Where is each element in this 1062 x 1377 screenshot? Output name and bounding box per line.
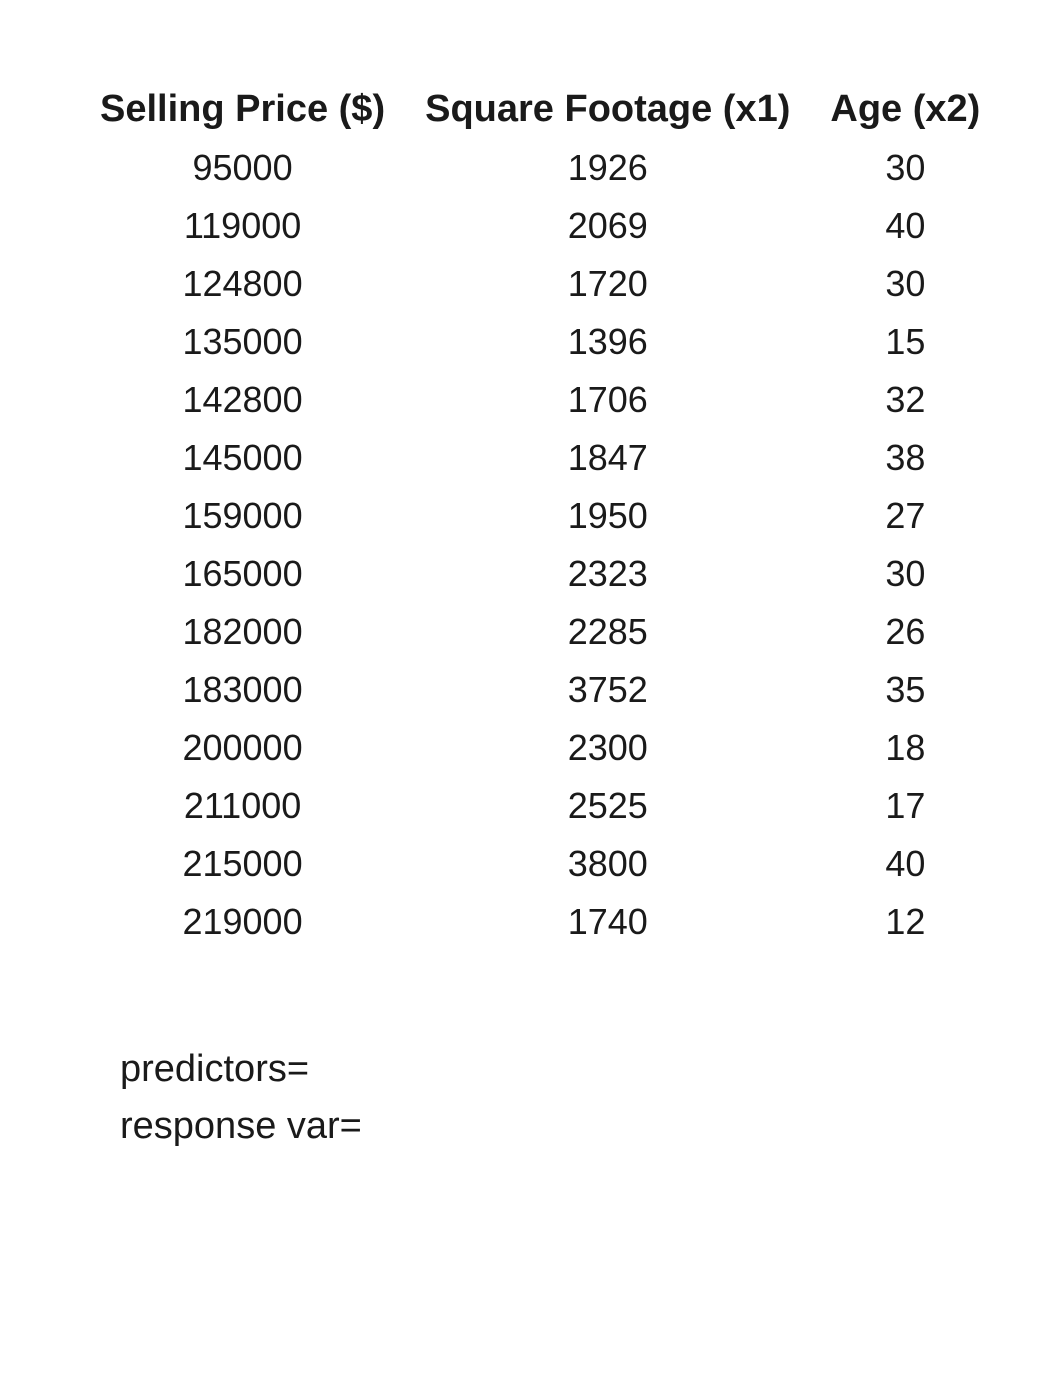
table-row: 182000 2285 26 — [80, 603, 1000, 661]
table-body: 95000 1926 30 119000 2069 40 124800 1720… — [80, 139, 1000, 951]
cell-selling-price: 159000 — [80, 487, 405, 545]
cell-square-footage: 1396 — [405, 313, 810, 371]
table-row: 142800 1706 32 — [80, 371, 1000, 429]
table-row: 215000 3800 40 — [80, 835, 1000, 893]
cell-selling-price: 183000 — [80, 661, 405, 719]
table-row: 135000 1396 15 — [80, 313, 1000, 371]
cell-selling-price: 215000 — [80, 835, 405, 893]
cell-square-footage: 1847 — [405, 429, 810, 487]
cell-age: 40 — [810, 197, 1000, 255]
cell-square-footage: 3752 — [405, 661, 810, 719]
cell-selling-price: 182000 — [80, 603, 405, 661]
cell-age: 12 — [810, 893, 1000, 951]
table-row: 119000 2069 40 — [80, 197, 1000, 255]
cell-square-footage: 2525 — [405, 777, 810, 835]
cell-age: 32 — [810, 371, 1000, 429]
cell-age: 35 — [810, 661, 1000, 719]
cell-age: 15 — [810, 313, 1000, 371]
cell-age: 26 — [810, 603, 1000, 661]
notes-section: predictors= response var= — [80, 1041, 982, 1155]
cell-age: 18 — [810, 719, 1000, 777]
cell-age: 30 — [810, 545, 1000, 603]
cell-selling-price: 95000 — [80, 139, 405, 197]
table-row: 124800 1720 30 — [80, 255, 1000, 313]
table-row: 211000 2525 17 — [80, 777, 1000, 835]
cell-age: 30 — [810, 139, 1000, 197]
column-header-selling-price: Selling Price ($) — [80, 80, 405, 139]
table-row: 200000 2300 18 — [80, 719, 1000, 777]
cell-age: 40 — [810, 835, 1000, 893]
cell-selling-price: 119000 — [80, 197, 405, 255]
cell-square-footage: 3800 — [405, 835, 810, 893]
table-row: 183000 3752 35 — [80, 661, 1000, 719]
table-row: 219000 1740 12 — [80, 893, 1000, 951]
cell-selling-price: 135000 — [80, 313, 405, 371]
cell-age: 30 — [810, 255, 1000, 313]
cell-selling-price: 219000 — [80, 893, 405, 951]
cell-square-footage: 2300 — [405, 719, 810, 777]
cell-selling-price: 211000 — [80, 777, 405, 835]
table-row: 145000 1847 38 — [80, 429, 1000, 487]
cell-square-footage: 1706 — [405, 371, 810, 429]
column-header-square-footage: Square Footage (x1) — [405, 80, 810, 139]
cell-square-footage: 2069 — [405, 197, 810, 255]
table-header-row: Selling Price ($) Square Footage (x1) Ag… — [80, 80, 1000, 139]
response-var-label: response var= — [120, 1098, 982, 1155]
cell-selling-price: 124800 — [80, 255, 405, 313]
cell-age: 17 — [810, 777, 1000, 835]
cell-selling-price: 200000 — [80, 719, 405, 777]
cell-age: 27 — [810, 487, 1000, 545]
cell-square-footage: 2285 — [405, 603, 810, 661]
cell-age: 38 — [810, 429, 1000, 487]
cell-square-footage: 1950 — [405, 487, 810, 545]
column-header-age: Age (x2) — [810, 80, 1000, 139]
cell-square-footage: 1740 — [405, 893, 810, 951]
table-row: 165000 2323 30 — [80, 545, 1000, 603]
cell-square-footage: 2323 — [405, 545, 810, 603]
table-row: 159000 1950 27 — [80, 487, 1000, 545]
table-row: 95000 1926 30 — [80, 139, 1000, 197]
predictors-label: predictors= — [120, 1041, 982, 1098]
cell-square-footage: 1926 — [405, 139, 810, 197]
cell-selling-price: 165000 — [80, 545, 405, 603]
cell-selling-price: 142800 — [80, 371, 405, 429]
data-table: Selling Price ($) Square Footage (x1) Ag… — [80, 80, 1000, 951]
cell-square-footage: 1720 — [405, 255, 810, 313]
cell-selling-price: 145000 — [80, 429, 405, 487]
